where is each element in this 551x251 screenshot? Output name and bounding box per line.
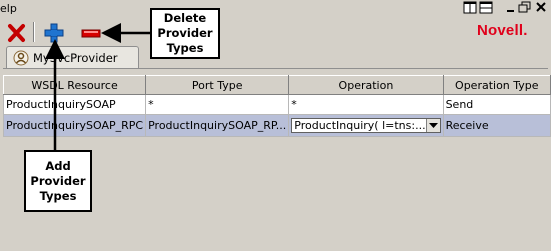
delete-button[interactable] — [6, 22, 28, 44]
cell-operation-type[interactable]: Receive — [442, 114, 551, 137]
delete-provider-type-button[interactable] — [80, 22, 102, 44]
cell-port-type[interactable]: * — [145, 94, 290, 115]
close-window-icon[interactable] — [534, 1, 548, 14]
column-header-operation-type[interactable]: Operation Type — [442, 75, 551, 95]
red-minus-icon — [81, 29, 101, 38]
cell-operation-type[interactable]: Send — [442, 94, 551, 115]
tab-label: MySvcProvider — [33, 51, 118, 65]
delete-callout-text: Delete Provider Types — [157, 11, 213, 55]
restore-icon[interactable] — [518, 1, 532, 14]
add-provider-type-button[interactable] — [43, 22, 65, 44]
blue-plus-icon — [44, 23, 64, 43]
table-row-selected[interactable]: ProductInquirySOAP_RPC ProductInquirySOA… — [2, 114, 551, 137]
column-header-operation[interactable]: Operation — [288, 75, 444, 95]
cell-operation[interactable]: ProductInquiry( l=tns:... — [288, 114, 444, 137]
tab-mysvcprovider[interactable]: MySvcProvider — [6, 46, 139, 68]
tile-window-icon[interactable] — [463, 1, 477, 14]
cell-port-type[interactable]: ProductInquirySOAP_RP... — [145, 114, 290, 137]
add-provider-types-callout: Add Provider Types — [24, 150, 92, 212]
operation-dropdown[interactable]: ProductInquiry( l=tns:... — [291, 118, 441, 133]
help-menu-fragment[interactable]: elp — [0, 2, 17, 16]
delete-provider-types-callout: Delete Provider Types — [150, 8, 220, 59]
cell-operation[interactable]: * — [288, 94, 444, 115]
minimize-icon[interactable] — [504, 1, 518, 14]
provider-person-icon — [13, 50, 29, 69]
cell-wsdl-resource[interactable]: ProductInquirySOAP_RPC — [2, 114, 147, 137]
operation-dropdown-value: ProductInquiry( l=tns:... — [294, 119, 426, 132]
table-header-row: WSDL Resource Port Type Operation Operat… — [2, 75, 551, 95]
toolbar — [0, 16, 551, 46]
toolbar-separator — [33, 22, 35, 42]
cascade-window-icon[interactable] — [479, 1, 493, 14]
novell-logo: Novell. — [477, 22, 528, 39]
column-header-wsdl-resource[interactable]: WSDL Resource — [2, 75, 147, 95]
add-callout-text: Add Provider Types — [30, 158, 86, 203]
provider-types-table: WSDL Resource Port Type Operation Operat… — [2, 75, 551, 137]
red-x-icon — [8, 24, 25, 42]
cell-wsdl-resource[interactable]: ProductInquirySOAP — [2, 94, 147, 115]
chevron-down-icon[interactable] — [425, 119, 440, 132]
table-row[interactable]: ProductInquirySOAP * * Send — [2, 94, 551, 115]
column-header-port-type[interactable]: Port Type — [145, 75, 290, 95]
